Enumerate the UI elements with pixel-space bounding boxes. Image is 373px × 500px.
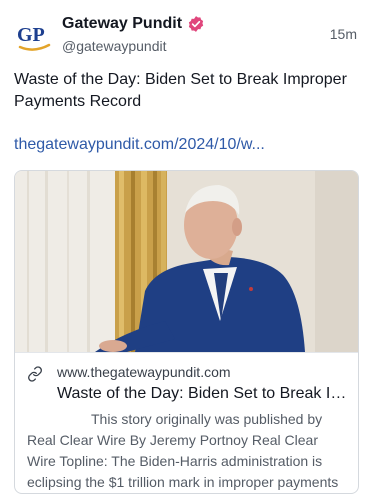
author-display-name[interactable]: Gateway Pundit xyxy=(62,15,182,33)
link-icon xyxy=(28,366,42,382)
card-title[interactable]: Waste of the Day: Biden Set to Break Imp… xyxy=(57,383,347,405)
link-preview-card[interactable]: www.thegatewaypundit.com Waste of the Da… xyxy=(14,170,359,494)
avatar-logo-text: GP xyxy=(17,24,45,46)
author-handle[interactable]: @gatewaypundit xyxy=(62,38,205,54)
card-image[interactable] xyxy=(15,171,358,352)
gateway-pundit-logo-icon: GP xyxy=(17,24,51,51)
verified-badge-icon xyxy=(188,16,204,32)
card-domain: www.thegatewaypundit.com xyxy=(57,364,231,380)
author-header: Gateway Pundit @gatewaypundit xyxy=(62,12,205,54)
author-avatar[interactable]: GP xyxy=(12,14,56,58)
post-timestamp[interactable]: 15m xyxy=(330,26,357,42)
post-link[interactable]: thegatewaypundit.com/2024/10/w... xyxy=(14,134,265,156)
post[interactable]: GP Gateway Pundit @gatewaypundit 15m Was… xyxy=(0,0,373,500)
card-description: This story originally was published by R… xyxy=(27,411,339,490)
post-text: Waste of the Day: Biden Set to Break Imp… xyxy=(14,71,347,110)
card-body[interactable]: www.thegatewaypundit.com Waste of the Da… xyxy=(15,352,358,493)
